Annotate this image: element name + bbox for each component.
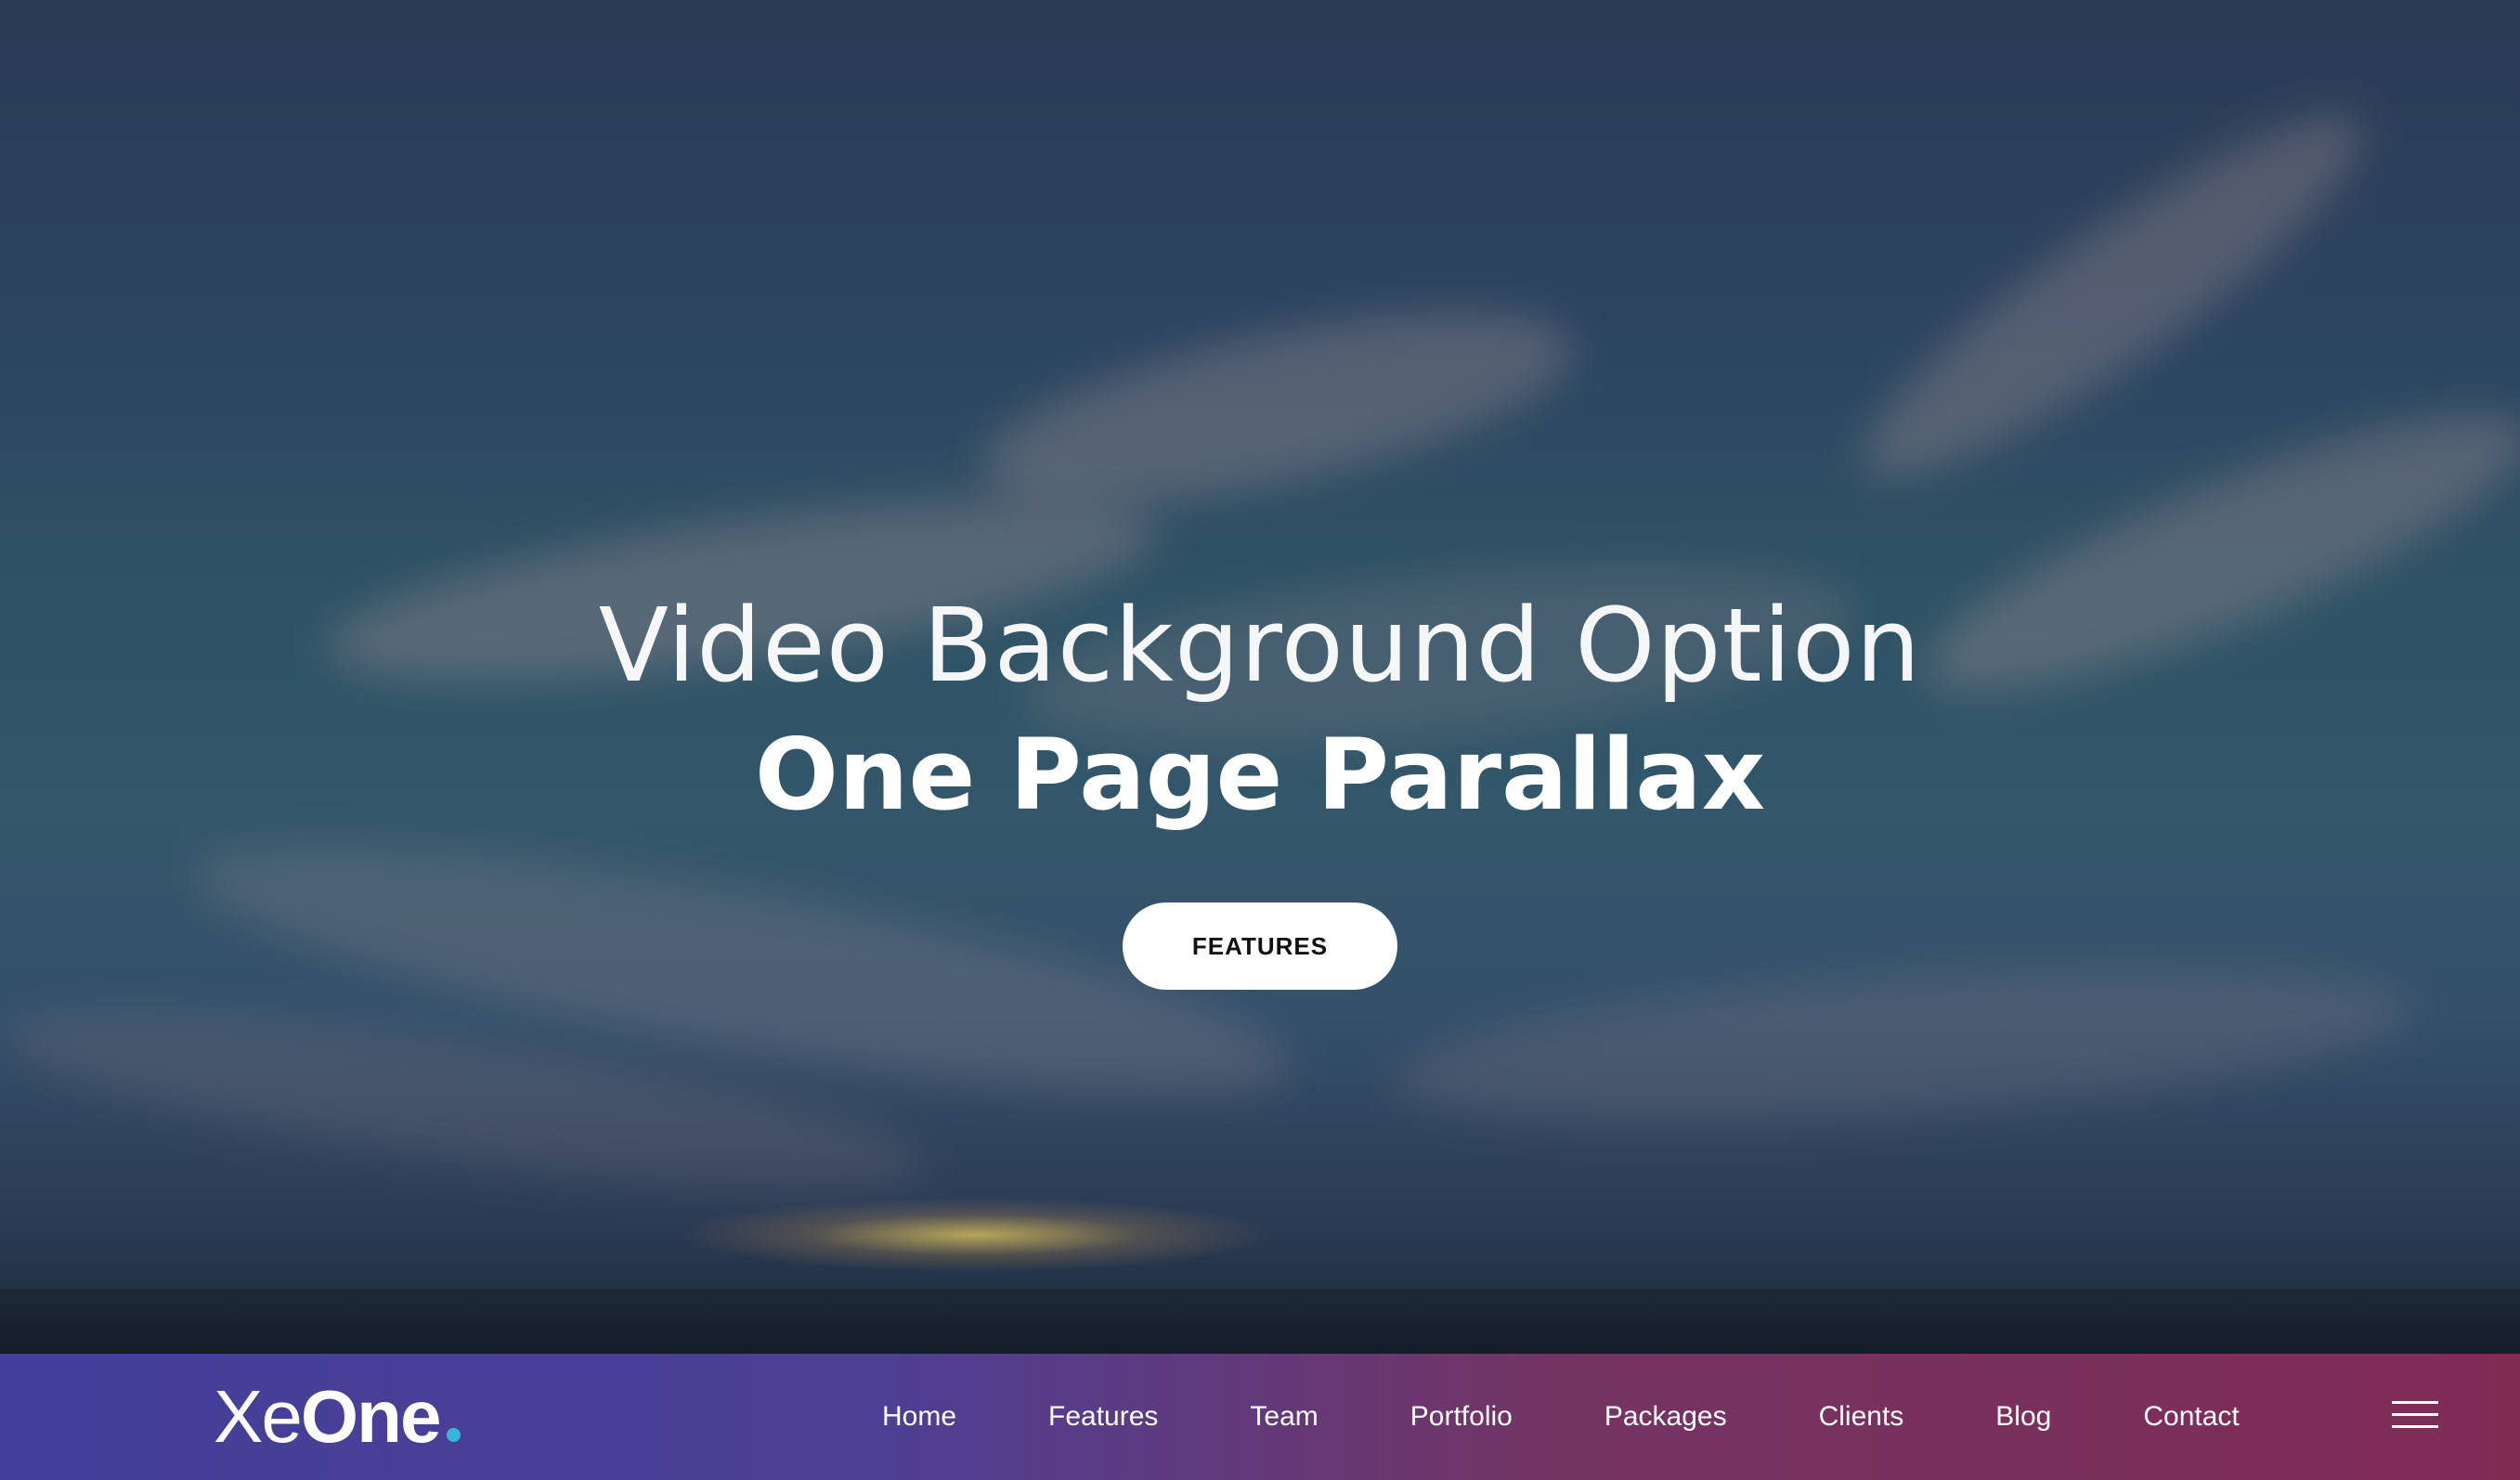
logo-text-bold: One [300, 1375, 442, 1458]
logo-dot [447, 1428, 461, 1442]
nav-item-features[interactable]: Features [1048, 1401, 1158, 1433]
nav-links: Home Features Team Portfolio Packages Cl… [882, 1354, 2240, 1480]
hero-section: Video Background Option One Page Paralla… [0, 0, 2520, 1354]
page: Video Background Option One Page Paralla… [0, 0, 2520, 1480]
hero-content: Video Background Option One Page Paralla… [0, 576, 2520, 990]
hero-title: One Page Parallax [754, 718, 1766, 832]
nav-item-contact[interactable]: Contact [2143, 1401, 2239, 1433]
features-button[interactable]: FEATURES [1123, 902, 1397, 990]
nav-item-packages[interactable]: Packages [1604, 1401, 1727, 1433]
hero-subtitle: Video Background Option [598, 586, 1922, 705]
logo[interactable]: XeOne [214, 1380, 461, 1454]
logo-text-light: Xe [214, 1375, 303, 1458]
nav-item-portfolio[interactable]: Portfolio [1410, 1401, 1513, 1433]
horizon-silhouette [0, 1289, 2520, 1354]
navbar: XeOne Home Features Team Portfolio Packa… [0, 1354, 2520, 1480]
nav-item-blog[interactable]: Blog [1995, 1401, 2051, 1433]
nav-item-home[interactable]: Home [882, 1401, 956, 1433]
nav-item-team[interactable]: Team [1250, 1401, 1318, 1433]
hamburger-menu-icon[interactable] [2392, 1401, 2438, 1433]
nav-item-clients[interactable]: Clients [1819, 1401, 1904, 1433]
